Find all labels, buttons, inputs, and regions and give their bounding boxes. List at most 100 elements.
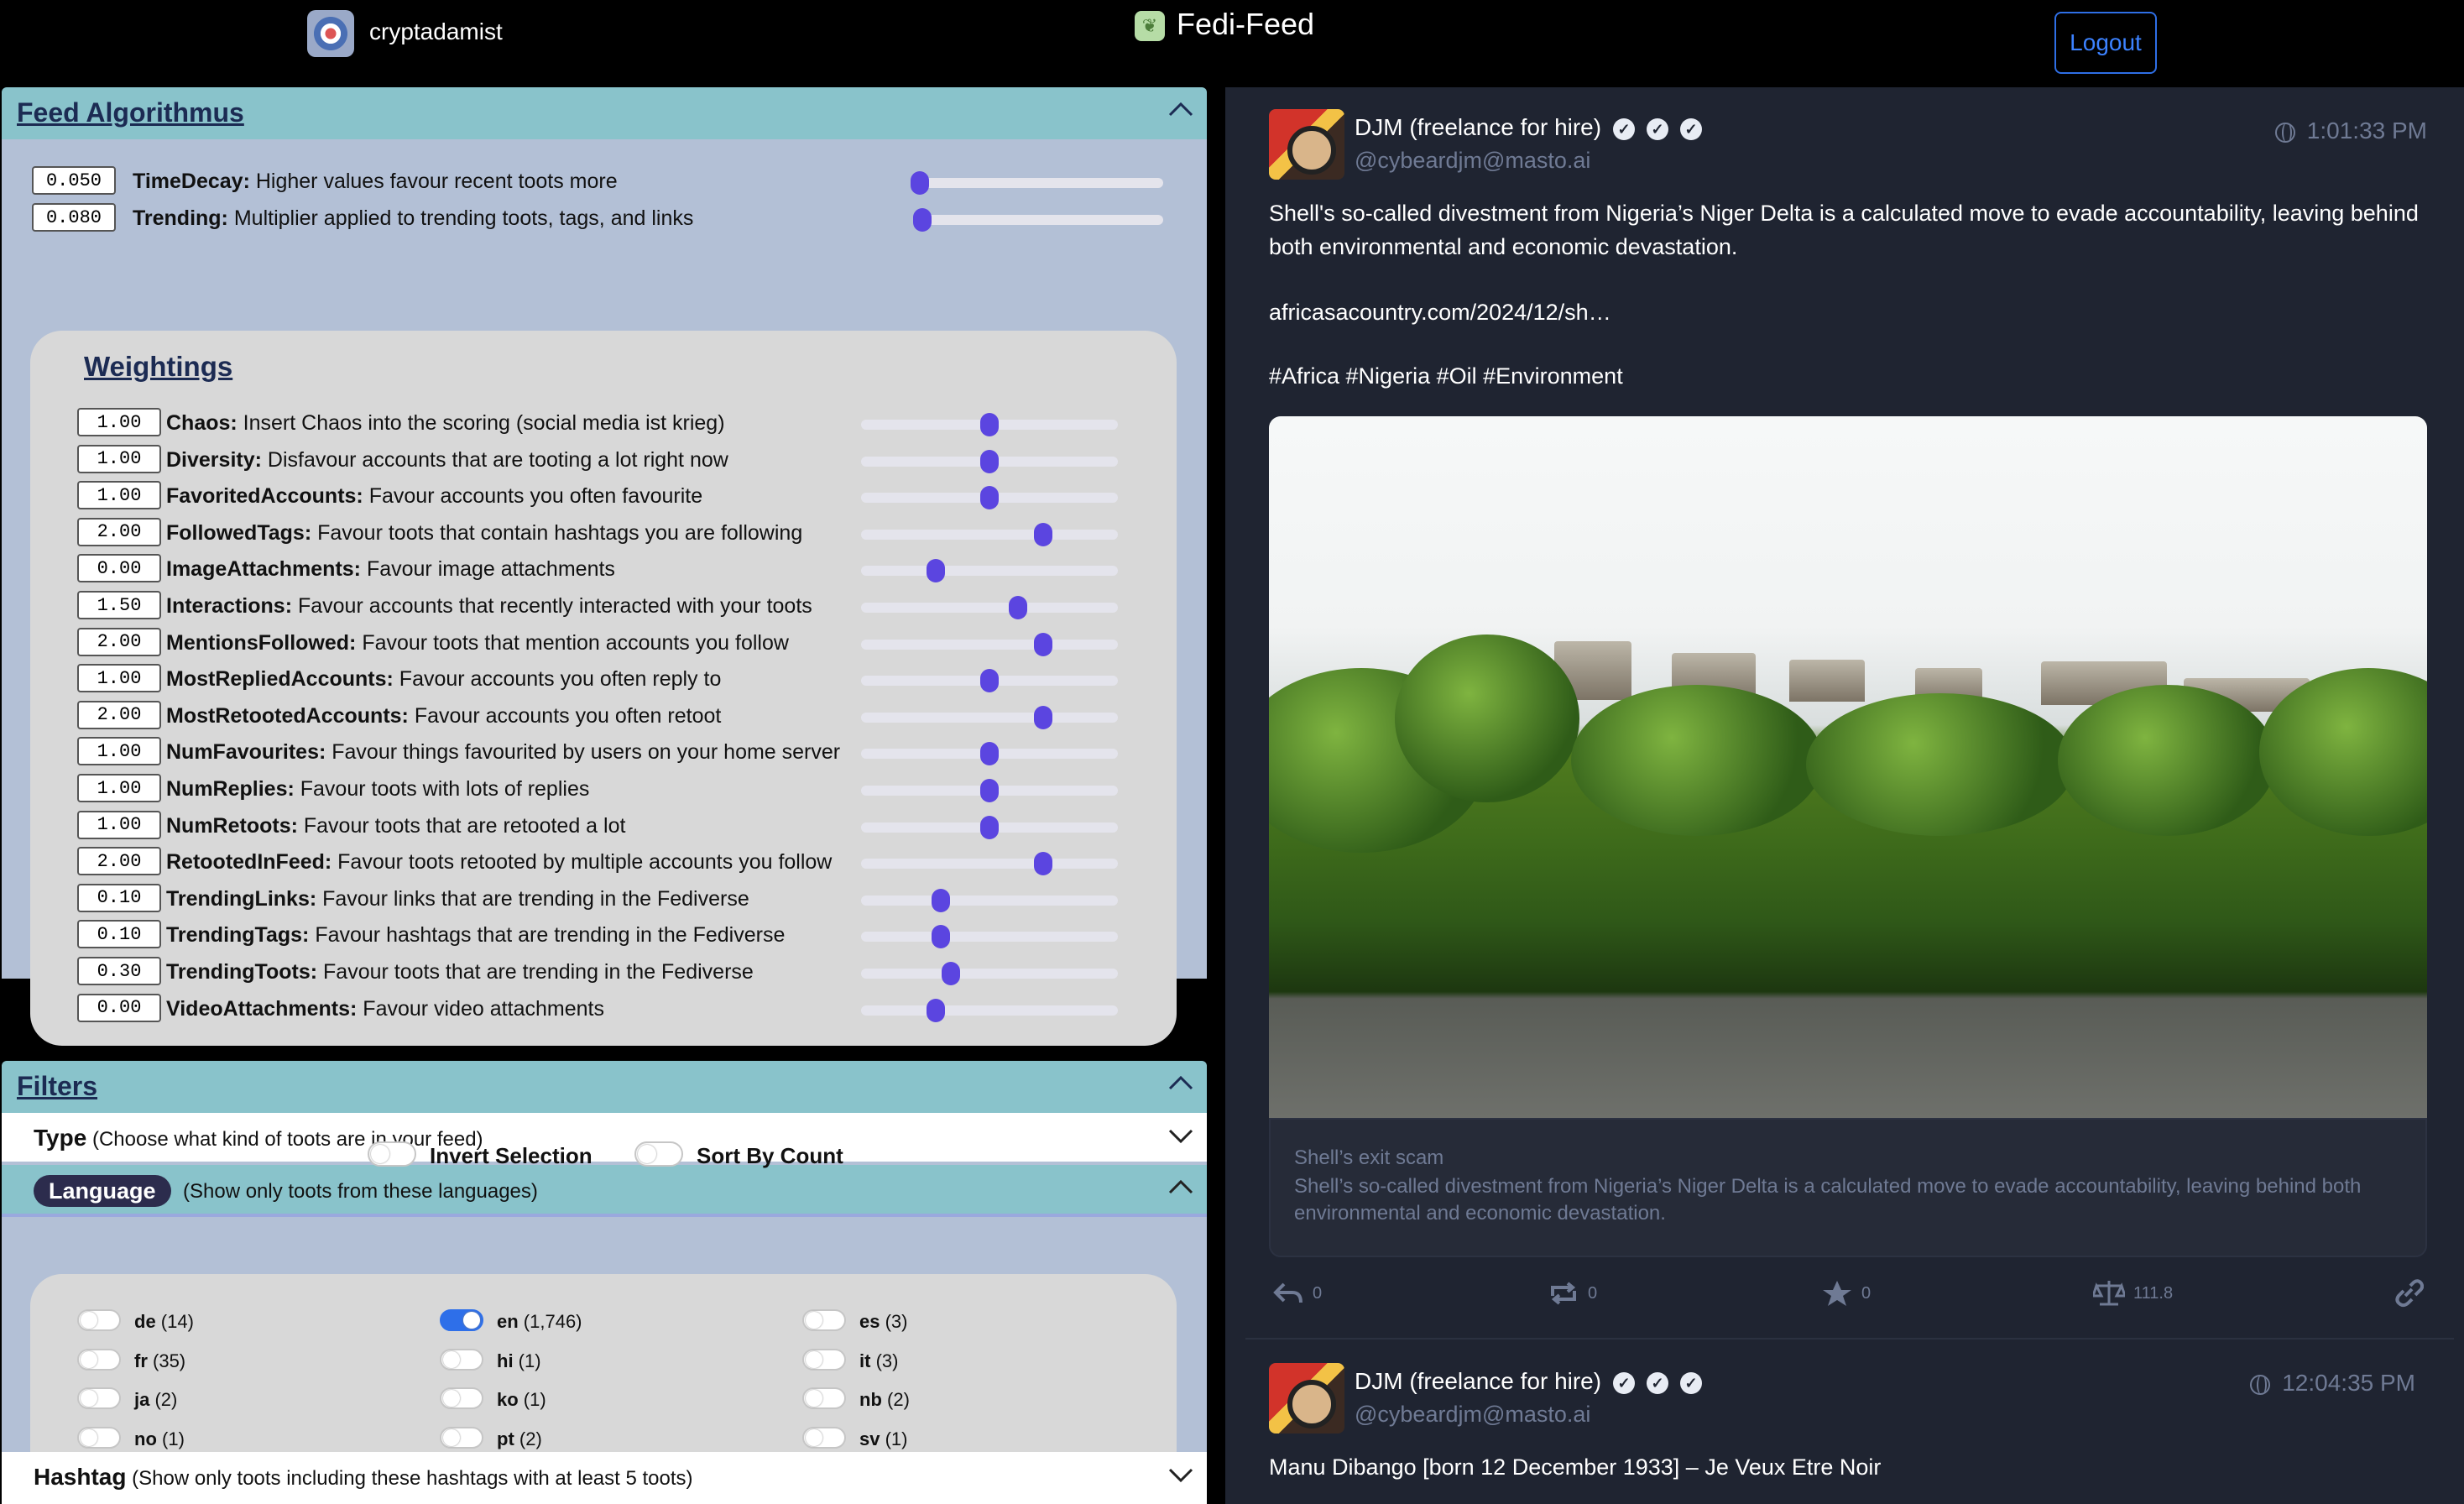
post-link[interactable]: africasacountry.com/2024/12/sh… bbox=[1269, 295, 1611, 329]
language-toggle-ko[interactable] bbox=[440, 1387, 483, 1409]
language-toggle-es[interactable] bbox=[802, 1309, 846, 1331]
slider-thumb[interactable] bbox=[1034, 632, 1053, 656]
timedecay-slider[interactable] bbox=[910, 171, 1163, 195]
weight-imageattachments-slider[interactable] bbox=[861, 559, 1118, 583]
language-toggle-no[interactable] bbox=[77, 1426, 121, 1449]
slider-thumb[interactable] bbox=[910, 171, 929, 195]
reply-button[interactable]: 0 bbox=[1272, 1279, 1322, 1308]
language-toggle-hi[interactable] bbox=[440, 1348, 483, 1371]
weight-trendingtags-slider[interactable] bbox=[861, 925, 1118, 949]
chevron-down-icon[interactable] bbox=[1168, 1128, 1193, 1149]
post-time[interactable]: 1:01:33 PM bbox=[2274, 118, 2427, 144]
trending-slider[interactable] bbox=[912, 208, 1163, 232]
weight-followedtags-value-input[interactable]: 2.00 bbox=[77, 517, 161, 546]
weight-mentionsfollowed-value-input[interactable]: 2.00 bbox=[77, 627, 161, 656]
weight-numretoots-value-input[interactable]: 1.00 bbox=[77, 810, 161, 839]
weight-numfavourites-slider[interactable] bbox=[861, 742, 1118, 766]
slider-thumb[interactable] bbox=[926, 998, 945, 1022]
slider-thumb[interactable] bbox=[1034, 705, 1053, 729]
language-toggle-ja[interactable] bbox=[77, 1387, 121, 1409]
language-toggle-en[interactable] bbox=[440, 1309, 483, 1331]
weight-trendingtags-value-input[interactable]: 0.10 bbox=[77, 920, 161, 949]
chevron-up-icon[interactable] bbox=[1168, 1074, 1193, 1096]
slider-thumb[interactable] bbox=[980, 815, 999, 839]
weight-numreplies-value-input[interactable]: 1.00 bbox=[77, 774, 161, 802]
retoot-button[interactable]: 0 bbox=[1548, 1279, 1597, 1308]
weight-mentionsfollowed-slider[interactable] bbox=[861, 632, 1118, 656]
chevron-up-icon[interactable] bbox=[1168, 1178, 1193, 1200]
score-button[interactable]: 111.8 bbox=[2093, 1279, 2173, 1308]
weight-chaos-slider[interactable] bbox=[861, 413, 1118, 436]
language-toggle-nb[interactable] bbox=[802, 1387, 846, 1409]
slider-thumb[interactable] bbox=[1008, 596, 1027, 619]
weight-videoattachments-value-input[interactable]: 0.00 bbox=[77, 993, 161, 1022]
weight-followedtags-slider[interactable] bbox=[861, 522, 1118, 546]
weight-chaos-value-input[interactable]: 1.00 bbox=[77, 408, 161, 436]
language-toggle-fr[interactable] bbox=[77, 1348, 121, 1371]
weight-mostretootedaccounts-slider[interactable] bbox=[861, 705, 1118, 729]
timedecay-value-input[interactable]: 0.050 bbox=[32, 166, 116, 195]
weight-mostretootedaccounts-value-input[interactable]: 2.00 bbox=[77, 700, 161, 729]
weight-trendinglinks-value-input[interactable]: 0.10 bbox=[77, 883, 161, 912]
slider-thumb[interactable] bbox=[980, 779, 999, 802]
filters-header[interactable]: Filters bbox=[2, 1061, 1207, 1113]
copy-link-button[interactable] bbox=[2392, 1279, 2424, 1308]
weight-diversity-slider[interactable] bbox=[861, 449, 1118, 473]
post-image[interactable] bbox=[1269, 416, 2427, 1118]
link-preview-card[interactable]: Shell’s exit scam Shell’s so-called dive… bbox=[1269, 1118, 2427, 1257]
weight-interactions-slider[interactable] bbox=[861, 596, 1118, 619]
type-filter-row[interactable]: Type (Choose what kind of toots are in y… bbox=[2, 1113, 1207, 1162]
post-handle[interactable]: @cybeardjm@masto.ai bbox=[1355, 148, 1590, 174]
weight-retootedinfeed-slider[interactable] bbox=[861, 852, 1118, 876]
slider-thumb[interactable] bbox=[1034, 522, 1053, 546]
slider-thumb[interactable] bbox=[942, 962, 961, 985]
slider-thumb[interactable] bbox=[980, 669, 999, 693]
weight-trendingtoots-slider[interactable] bbox=[861, 962, 1118, 985]
weight-favoritedaccounts-slider[interactable] bbox=[861, 486, 1118, 510]
invert-selection-toggle[interactable] bbox=[368, 1141, 416, 1167]
feed-algorithm-header[interactable]: Feed Algorithmus bbox=[2, 87, 1207, 139]
chevron-down-icon[interactable] bbox=[1168, 1467, 1193, 1488]
post-handle[interactable]: @cybeardjm@masto.ai bbox=[1355, 1402, 1590, 1428]
slider-thumb[interactable] bbox=[926, 559, 945, 583]
slider-thumb[interactable] bbox=[980, 486, 999, 510]
slider-thumb[interactable] bbox=[931, 888, 950, 912]
language-toggle-pt[interactable] bbox=[440, 1426, 483, 1449]
user-avatar[interactable] bbox=[307, 10, 354, 57]
slider-thumb[interactable] bbox=[980, 413, 999, 436]
language-toggle-de[interactable] bbox=[77, 1309, 121, 1331]
slider-thumb[interactable] bbox=[980, 742, 999, 766]
weight-videoattachments-slider[interactable] bbox=[861, 998, 1118, 1022]
avatar[interactable] bbox=[1269, 109, 1344, 180]
post-author[interactable]: DJM (freelance for hire) ✓ ✓ ✓ bbox=[1355, 114, 1703, 141]
weight-retootedinfeed-value-input[interactable]: 2.00 bbox=[77, 847, 161, 876]
weight-trendinglinks-slider[interactable] bbox=[861, 888, 1118, 912]
weight-trendingtoots-value-input[interactable]: 0.30 bbox=[77, 957, 161, 985]
slider-thumb[interactable] bbox=[912, 208, 932, 232]
weight-numfavourites-value-input[interactable]: 1.00 bbox=[77, 737, 161, 766]
weight-numretoots-slider[interactable] bbox=[861, 815, 1118, 839]
weight-interactions-value-input[interactable]: 1.50 bbox=[77, 591, 161, 619]
weight-mostrepliedaccounts-slider[interactable] bbox=[861, 669, 1118, 693]
sort-by-count-toggle[interactable] bbox=[634, 1141, 683, 1167]
hashtag-filter-row[interactable]: Hashtag (Show only toots including these… bbox=[2, 1452, 1207, 1504]
trending-value-input[interactable]: 0.080 bbox=[32, 203, 116, 232]
chevron-up-icon[interactable] bbox=[1168, 101, 1193, 123]
weight-imageattachments-value-input[interactable]: 0.00 bbox=[77, 554, 161, 583]
post-author[interactable]: DJM (freelance for hire) ✓ ✓ ✓ bbox=[1355, 1368, 1703, 1395]
avatar[interactable] bbox=[1269, 1363, 1344, 1434]
weight-favoritedaccounts-value-input[interactable]: 1.00 bbox=[77, 481, 161, 510]
language-toggle-sv[interactable] bbox=[802, 1426, 846, 1449]
slider-thumb[interactable] bbox=[980, 449, 999, 473]
language-filter-row[interactable]: Language (Show only toots from these lan… bbox=[2, 1165, 1207, 1217]
weight-mostrepliedaccounts-value-input[interactable]: 1.00 bbox=[77, 664, 161, 693]
favourite-button[interactable]: 0 bbox=[1821, 1279, 1871, 1308]
post-hashtags[interactable]: #Africa #Nigeria #Oil #Environment bbox=[1269, 359, 1623, 393]
logout-button[interactable]: Logout bbox=[2054, 12, 2157, 74]
slider-thumb[interactable] bbox=[931, 925, 950, 949]
post-time[interactable]: 12:04:35 PM bbox=[2250, 1370, 2415, 1397]
slider-thumb[interactable] bbox=[1034, 852, 1053, 876]
weight-diversity-value-input[interactable]: 1.00 bbox=[77, 444, 161, 473]
language-toggle-it[interactable] bbox=[802, 1348, 846, 1371]
weight-numreplies-slider[interactable] bbox=[861, 779, 1118, 802]
